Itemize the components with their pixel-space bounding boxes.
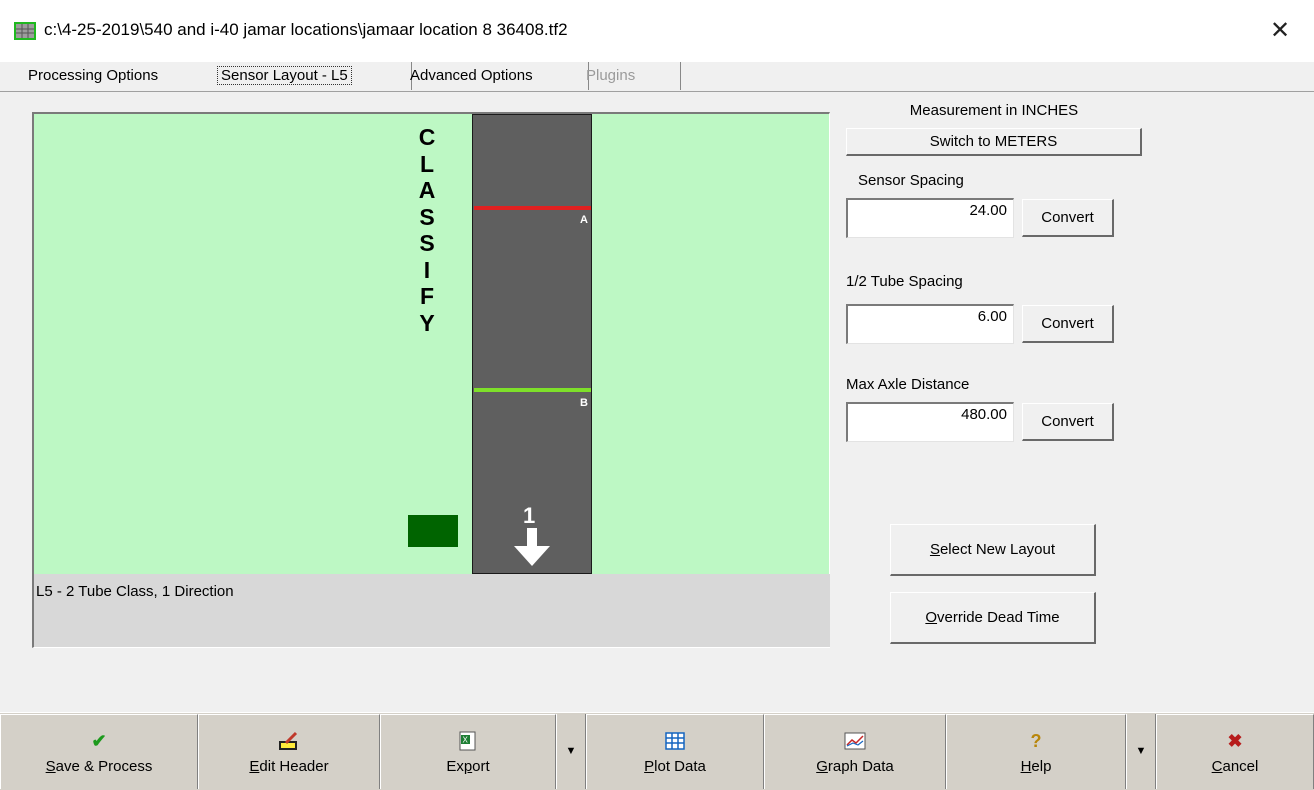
sensor-b-label: B bbox=[580, 397, 588, 409]
tab-plugins: Plugins bbox=[580, 62, 681, 90]
hotkey-letter: p bbox=[463, 758, 473, 775]
hotkey-letter: P bbox=[644, 758, 655, 775]
plot-data-button[interactable]: Plot Data bbox=[586, 714, 764, 789]
help-button[interactable]: ? Help bbox=[946, 714, 1126, 789]
sensor-b-tube bbox=[474, 388, 591, 392]
button-label: Ex bbox=[446, 758, 464, 775]
button-label: dit Header bbox=[259, 758, 329, 775]
classify-letter: L bbox=[419, 150, 435, 177]
sensor-a-label: A bbox=[580, 214, 588, 226]
classify-label: C L A S S I F Y bbox=[412, 124, 442, 336]
button-label: elp bbox=[1031, 758, 1052, 775]
layout-marker bbox=[408, 515, 458, 547]
classify-letter: S bbox=[419, 203, 435, 230]
graph-icon bbox=[765, 731, 945, 751]
down-arrow-icon bbox=[514, 528, 550, 566]
tab-sensor-layout[interactable]: Sensor Layout - L5 bbox=[211, 62, 412, 90]
classify-letter: I bbox=[423, 256, 431, 283]
max-axle-distance-field[interactable]: 480.00 bbox=[846, 402, 1014, 442]
measurement-units-label: Measurement in INCHES bbox=[909, 102, 1079, 119]
half-tube-spacing-label: 1/2 Tube Spacing bbox=[846, 273, 963, 290]
hotkey-letter: S bbox=[45, 758, 56, 775]
checkmark-icon: ✔ bbox=[91, 731, 107, 751]
tab-divider bbox=[0, 91, 1314, 92]
close-icon[interactable]: ✕ bbox=[1258, 12, 1302, 50]
button-label: elect New Layout bbox=[939, 541, 1056, 558]
half-tube-spacing-field[interactable]: 6.00 bbox=[846, 304, 1014, 344]
layout-description: L5 - 2 Tube Class, 1 Direction bbox=[36, 583, 234, 600]
classify-letter: C bbox=[418, 124, 436, 150]
hotkey-letter: H bbox=[1020, 758, 1032, 775]
export-button[interactable]: X Export bbox=[380, 714, 556, 789]
tab-label: Plugins bbox=[586, 67, 636, 84]
window-title: c:\4-25-2019\540 and i-40 jamar location… bbox=[44, 20, 568, 39]
edit-header-button[interactable]: Edit Header bbox=[198, 714, 380, 789]
sensor-a-tube bbox=[474, 206, 591, 210]
hotkey-letter: C bbox=[1211, 758, 1223, 775]
button-label: ave & Process bbox=[55, 758, 153, 775]
button-label: raph Data bbox=[827, 758, 894, 775]
sensor-spacing-field[interactable]: 24.00 bbox=[846, 198, 1014, 238]
max-axle-distance-label: Max Axle Distance bbox=[846, 376, 970, 393]
export-dropdown-arrow[interactable]: ▼ bbox=[556, 714, 586, 789]
excel-icon: X bbox=[381, 731, 555, 751]
save-process-button[interactable]: ✔ Save & Process bbox=[0, 714, 198, 789]
button-label: ancel bbox=[1222, 758, 1259, 775]
svg-text:X: X bbox=[463, 736, 469, 745]
button-label: lot Data bbox=[654, 758, 706, 775]
hotkey-letter: O bbox=[925, 609, 938, 626]
tab-advanced-options[interactable]: Advanced Options bbox=[404, 62, 589, 90]
tab-processing-options[interactable]: Processing Options bbox=[22, 62, 215, 90]
switch-units-button[interactable]: Switch to METERS bbox=[846, 128, 1142, 156]
grid-icon bbox=[587, 731, 763, 751]
half-tube-spacing-convert-button[interactable]: Convert bbox=[1022, 305, 1114, 343]
cancel-button[interactable]: ✖ Cancel bbox=[1156, 714, 1314, 789]
tab-label: Sensor Layout - L5 bbox=[217, 66, 352, 85]
lane-number: 1 bbox=[523, 503, 536, 528]
classify-letter: S bbox=[419, 230, 435, 256]
edit-icon bbox=[199, 731, 379, 751]
x-icon: ✖ bbox=[1227, 731, 1243, 751]
select-new-layout-button[interactable]: Select New Layout bbox=[890, 524, 1096, 576]
sensor-spacing-label: Sensor Spacing bbox=[858, 172, 964, 189]
hotkey-letter: G bbox=[816, 758, 828, 775]
grid-app-icon bbox=[14, 22, 36, 40]
classify-letter: Y bbox=[419, 309, 435, 336]
override-dead-time-button[interactable]: Override Dead Time bbox=[890, 592, 1096, 644]
max-axle-distance-convert-button[interactable]: Convert bbox=[1022, 403, 1114, 441]
tab-label: Processing Options bbox=[28, 67, 159, 84]
button-label: ort bbox=[472, 758, 490, 775]
dropdown-arrow-icon: ▼ bbox=[565, 745, 577, 757]
classify-letter: A bbox=[418, 177, 436, 203]
hotkey-letter: S bbox=[929, 541, 940, 558]
help-dropdown-arrow[interactable]: ▼ bbox=[1126, 714, 1156, 789]
sensor-spacing-convert-button[interactable]: Convert bbox=[1022, 199, 1114, 237]
dropdown-arrow-icon: ▼ bbox=[1135, 745, 1147, 757]
classify-letter: F bbox=[419, 283, 435, 309]
help-icon: ? bbox=[1030, 731, 1042, 751]
hotkey-letter: E bbox=[249, 758, 260, 775]
button-label: verride Dead Time bbox=[937, 609, 1060, 626]
tab-strip: Processing Options Sensor Layout - L5 Ad… bbox=[0, 62, 1314, 92]
graph-data-button[interactable]: Graph Data bbox=[764, 714, 946, 789]
tab-label: Advanced Options bbox=[410, 67, 533, 84]
